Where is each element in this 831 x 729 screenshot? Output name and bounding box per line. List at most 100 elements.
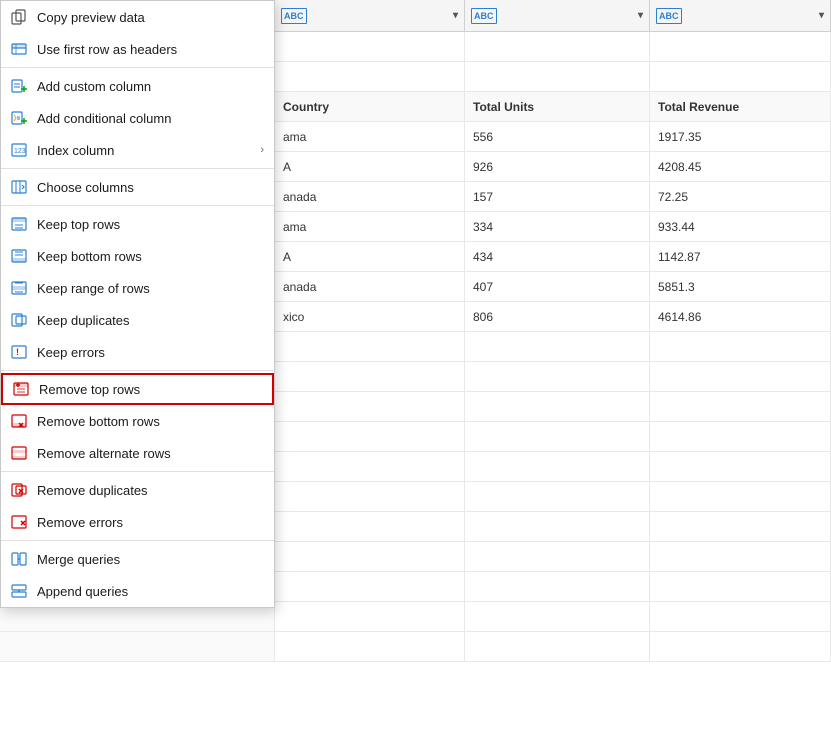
menu-label-remove-errors: Remove errors xyxy=(37,515,264,530)
menu-separator xyxy=(1,67,274,68)
menu-label-use-first-row: Use first row as headers xyxy=(37,42,264,57)
table-row xyxy=(0,632,831,662)
add-custom-icon xyxy=(9,76,29,96)
choose-columns-icon xyxy=(9,177,29,197)
cell-0-2 xyxy=(465,32,650,61)
menu-item-keep-bottom-rows[interactable]: Keep bottom rows xyxy=(1,240,274,272)
cell-12-3 xyxy=(650,392,831,421)
menu-label-choose-columns: Choose columns xyxy=(37,180,264,195)
menu-item-keep-range-rows[interactable]: Keep range of rows xyxy=(1,272,274,304)
column4-header[interactable]: ABC ▾ xyxy=(650,0,831,31)
cell-1-2 xyxy=(465,62,650,91)
context-menu: Copy preview data Use first row as header… xyxy=(0,0,275,608)
cell-17-3 xyxy=(650,542,831,571)
keep-top-icon xyxy=(9,214,29,234)
menu-item-copy-preview[interactable]: Copy preview data xyxy=(1,1,274,33)
cell-6-2: 334 xyxy=(465,212,650,241)
svg-text:123: 123 xyxy=(14,148,26,155)
cell-3-1: ama xyxy=(275,122,465,151)
cell-1-1 xyxy=(275,62,465,91)
col4-dropdown-icon[interactable]: ▾ xyxy=(819,10,824,21)
menu-label-append-queries: Append queries xyxy=(37,584,264,599)
cell-4-1: A xyxy=(275,152,465,181)
menu-item-use-first-row[interactable]: Use first row as headers xyxy=(1,33,274,65)
cell-16-1 xyxy=(275,512,465,541)
cell-15-3 xyxy=(650,482,831,511)
cell-16-2 xyxy=(465,512,650,541)
cell-20-0 xyxy=(0,632,275,661)
menu-label-merge-queries: Merge queries xyxy=(37,552,264,567)
keep-duplicates-icon xyxy=(9,310,29,330)
cell-18-1 xyxy=(275,572,465,601)
column3-header[interactable]: ABC ▾ xyxy=(465,0,650,31)
cell-13-1 xyxy=(275,422,465,451)
cell-9-1: xico xyxy=(275,302,465,331)
cell-9-2: 806 xyxy=(465,302,650,331)
cell-14-2 xyxy=(465,452,650,481)
cell-7-1: A xyxy=(275,242,465,271)
menu-label-add-custom-col: Add custom column xyxy=(37,79,264,94)
merge-icon xyxy=(9,549,29,569)
cell-17-1 xyxy=(275,542,465,571)
cell-18-2 xyxy=(465,572,650,601)
menu-label-keep-top-rows: Keep top rows xyxy=(37,217,264,232)
index-icon: 123 xyxy=(9,140,29,160)
cell-7-2: 434 xyxy=(465,242,650,271)
svg-text:!: ! xyxy=(16,347,19,357)
cell-10-2 xyxy=(465,332,650,361)
keep-bottom-icon xyxy=(9,246,29,266)
remove-alternate-icon xyxy=(9,443,29,463)
menu-separator xyxy=(1,205,274,206)
menu-item-remove-top-rows[interactable]: Remove top rows xyxy=(1,373,274,405)
menu-item-append-queries[interactable]: Append queries xyxy=(1,575,274,607)
menu-label-index-column: Index column xyxy=(37,143,252,158)
cell-2-1: Country xyxy=(275,92,465,121)
col3-type-icon: ABC xyxy=(471,8,497,24)
cell-19-1 xyxy=(275,602,465,631)
menu-item-add-conditional-col[interactable]: Add conditional column xyxy=(1,102,274,134)
menu-label-remove-duplicates: Remove duplicates xyxy=(37,483,264,498)
menu-item-add-custom-col[interactable]: Add custom column xyxy=(1,70,274,102)
remove-bottom-icon xyxy=(9,411,29,431)
cell-7-3: 1142.87 xyxy=(650,242,831,271)
cell-13-2 xyxy=(465,422,650,451)
col3-dropdown-icon[interactable]: ▾ xyxy=(638,10,643,21)
use-row-headers-icon xyxy=(9,39,29,59)
cell-10-1 xyxy=(275,332,465,361)
menu-item-choose-columns[interactable]: Choose columns xyxy=(1,171,274,203)
menu-item-remove-duplicates[interactable]: Remove duplicates xyxy=(1,474,274,506)
menu-label-add-conditional-col: Add conditional column xyxy=(37,111,264,126)
menu-item-keep-top-rows[interactable]: Keep top rows xyxy=(1,208,274,240)
menu-item-keep-duplicates[interactable]: Keep duplicates xyxy=(1,304,274,336)
cell-3-2: 556 xyxy=(465,122,650,151)
cell-20-1 xyxy=(275,632,465,661)
menu-item-remove-alternate-rows[interactable]: Remove alternate rows xyxy=(1,437,274,469)
menu-item-keep-errors[interactable]: !Keep errors xyxy=(1,336,274,368)
keep-errors-icon: ! xyxy=(9,342,29,362)
menu-label-keep-bottom-rows: Keep bottom rows xyxy=(37,249,264,264)
menu-separator xyxy=(1,471,274,472)
cell-12-2 xyxy=(465,392,650,421)
menu-arrow-index-column: › xyxy=(260,144,264,156)
menu-item-merge-queries[interactable]: Merge queries xyxy=(1,543,274,575)
menu-item-remove-bottom-rows[interactable]: Remove bottom rows xyxy=(1,405,274,437)
menu-item-remove-errors[interactable]: Remove errors xyxy=(1,506,274,538)
menu-separator xyxy=(1,540,274,541)
cell-10-3 xyxy=(650,332,831,361)
menu-item-index-column[interactable]: 123 Index column › xyxy=(1,134,274,166)
cell-13-3 xyxy=(650,422,831,451)
cell-16-3 xyxy=(650,512,831,541)
remove-top-icon xyxy=(11,379,31,399)
column2-header[interactable]: ABC ▾ xyxy=(275,0,465,31)
cell-18-3 xyxy=(650,572,831,601)
menu-label-remove-alternate-rows: Remove alternate rows xyxy=(37,446,264,461)
cell-0-1 xyxy=(275,32,465,61)
col2-type-icon: ABC xyxy=(281,8,307,24)
cell-1-3 xyxy=(650,62,831,91)
cell-6-3: 933.44 xyxy=(650,212,831,241)
cell-3-3: 1917.35 xyxy=(650,122,831,151)
cell-15-2 xyxy=(465,482,650,511)
col2-dropdown-icon[interactable]: ▾ xyxy=(453,10,458,21)
cell-4-2: 926 xyxy=(465,152,650,181)
copy-icon xyxy=(9,7,29,27)
